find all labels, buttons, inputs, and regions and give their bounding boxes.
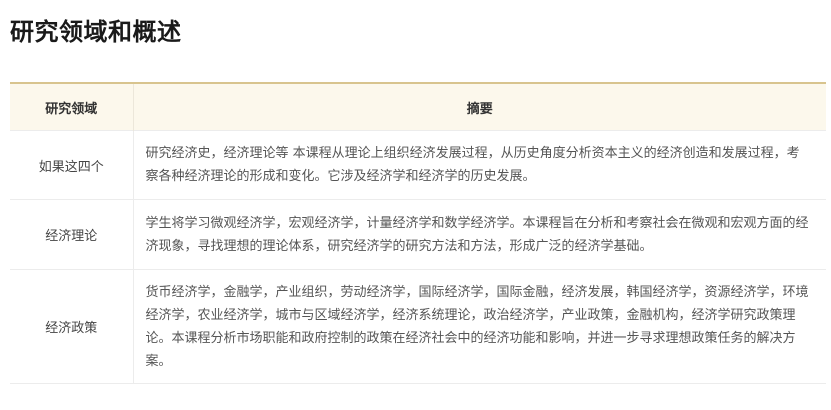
research-table: 研究领域 摘要 如果这四个 研究经济史，经济理论等 本课程从理论上组织经济发展过… bbox=[10, 82, 826, 384]
page-title: 研究领域和概述 bbox=[10, 18, 182, 46]
cell-summary: 货币经济学，金融学，产业组织，劳动经济学，国际经济学，国际金融，经济发展，韩国经… bbox=[133, 269, 826, 384]
column-header-summary: 摘要 bbox=[133, 82, 826, 131]
table-row: 如果这四个 研究经济史，经济理论等 本课程从理论上组织经济发展过程，从历史角度分… bbox=[10, 130, 826, 200]
table-body: 如果这四个 研究经济史，经济理论等 本课程从理论上组织经济发展过程，从历史角度分… bbox=[10, 130, 826, 384]
table-header: 研究领域 摘要 bbox=[10, 82, 826, 131]
page: 研究领域和概述 研究领域 摘要 如果这四个 研究经济史，经济理论等 本课程从理论… bbox=[0, 0, 831, 410]
cell-summary: 研究经济史，经济理论等 本课程从理论上组织经济发展过程，从历史角度分析资本主义的… bbox=[133, 130, 826, 200]
cell-field: 如果这四个 bbox=[10, 130, 134, 200]
cell-field: 经济理论 bbox=[10, 199, 134, 270]
cell-field: 经济政策 bbox=[10, 269, 134, 384]
column-header-field: 研究领域 bbox=[10, 82, 134, 131]
table-row: 经济理论 学生将学习微观经济学，宏观经济学，计量经济学和数学经济学。本课程旨在分… bbox=[10, 199, 826, 270]
research-table-container: 研究领域 摘要 如果这四个 研究经济史，经济理论等 本课程从理论上组织经济发展过… bbox=[10, 82, 826, 384]
table-row: 经济政策 货币经济学，金融学，产业组织，劳动经济学，国际经济学，国际金融，经济发… bbox=[10, 269, 826, 384]
cell-summary: 学生将学习微观经济学，宏观经济学，计量经济学和数学经济学。本课程旨在分析和考察社… bbox=[133, 199, 826, 270]
table-header-row: 研究领域 摘要 bbox=[10, 82, 826, 131]
